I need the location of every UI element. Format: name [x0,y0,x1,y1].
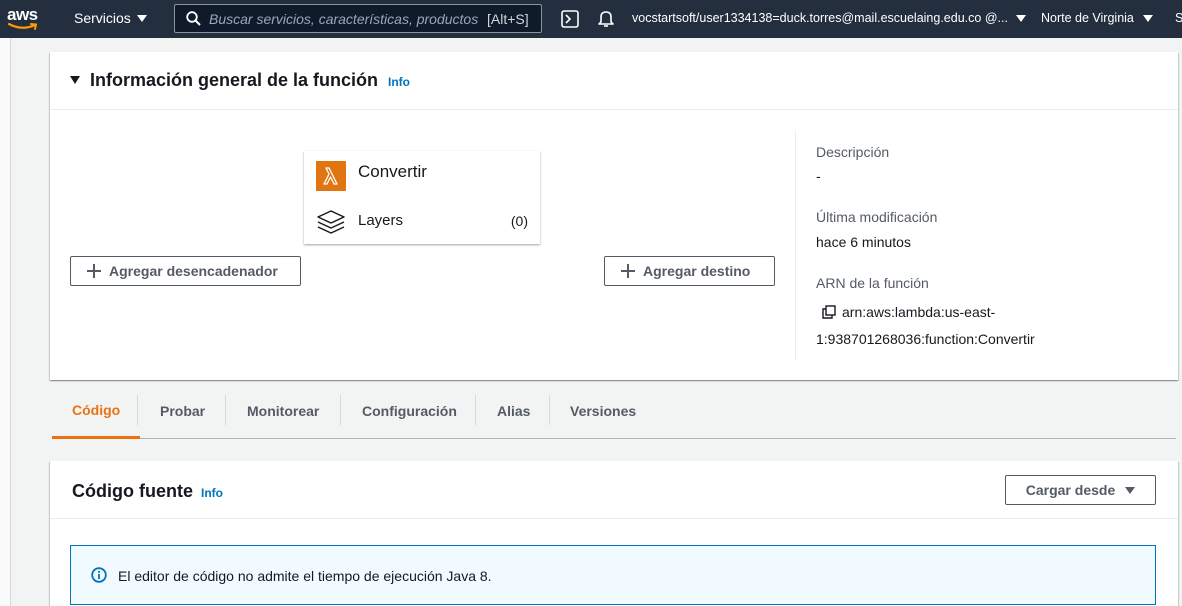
services-label: Servicios [74,10,131,26]
arn-label: ARN de la función [816,275,929,291]
tab-code[interactable]: Código [52,383,141,439]
last-modified-label: Última modificación [816,209,938,225]
copy-icon[interactable] [822,305,836,319]
function-name[interactable]: Convertir [358,162,427,182]
plus-icon [621,264,635,278]
panel-header[interactable]: Información general de la función Info [50,52,1178,110]
page-title: Información general de la función [90,70,379,90]
description-label: Descripción [816,144,890,160]
search-shortcut: [Alt+S] [487,10,529,27]
services-menu-button[interactable]: Servicios [74,10,147,26]
layers-icon [317,210,345,234]
info-alert: El editor de código no admite el tiempo … [70,545,1156,605]
top-navigation-bar: aws Servicios Buscar servicios, caracter… [0,0,1182,38]
bell-icon[interactable] [597,9,615,28]
layers-label[interactable]: Layers [358,212,403,229]
arn-value-line2: 1:938701268036:function:Convertir [816,331,1035,347]
tab-configuration[interactable]: Configuración [342,383,477,438]
info-circle-icon [91,567,107,583]
aws-logo[interactable]: aws [6,3,44,35]
divider [795,131,796,361]
support-menu[interactable]: S [1175,11,1182,25]
tab-alias[interactable]: Alias [477,383,550,438]
info-link[interactable]: Info [388,75,410,89]
collapse-caret-icon[interactable] [70,76,80,84]
account-menu[interactable]: vocstartsoft/user1334138=duck.torres@mai… [632,11,1026,25]
function-tabs: Código Probar Monitorear Configuración A… [52,383,1176,439]
add-destination-button[interactable]: Agregar destino [604,256,775,286]
info-link[interactable]: Info [201,486,223,500]
caret-down-icon [1015,14,1026,22]
add-trigger-button[interactable]: Agregar desencadenador [70,256,301,286]
aws-smile-icon [8,22,38,30]
caret-down-icon [1142,14,1153,22]
tab-versions[interactable]: Versiones [550,383,656,438]
tab-separator [340,395,341,425]
alert-message: El editor de código no admite el tiempo … [118,568,492,584]
layers-count: (0) [510,213,528,229]
upload-from-label: Cargar desde [1025,482,1116,498]
description-value: - [816,168,821,184]
side-navigation-collapsed[interactable] [0,38,11,606]
code-source-panel: Código fuente Info Cargar desde El edito… [50,461,1178,606]
region-selector[interactable]: Norte de Virginia [1041,11,1153,25]
caret-down-icon [1125,486,1136,494]
plus-icon [87,264,101,278]
account-label: vocstartsoft/user1334138=duck.torres@mai… [632,11,1008,25]
search-placeholder: Buscar servicios, características, produ… [209,10,479,27]
upload-from-button[interactable]: Cargar desde [1005,475,1156,505]
add-destination-label: Agregar destino [643,263,751,279]
tab-separator [475,395,476,425]
search-input[interactable]: Buscar servicios, características, produ… [174,4,542,33]
region-label: Norte de Virginia [1041,11,1134,25]
panel-header: Código fuente Info Cargar desde [50,461,1178,519]
lambda-icon [316,161,346,191]
add-trigger-label: Agregar desencadenador [109,263,278,279]
search-icon [186,11,201,26]
caret-down-icon [136,14,147,22]
section-title: Código fuente [72,481,193,501]
tab-separator [225,395,226,425]
tab-test[interactable]: Probar [140,383,225,438]
tab-separator [137,395,138,425]
tab-monitor[interactable]: Monitorear [227,383,339,438]
function-card: Convertir Layers (0) [304,151,540,244]
cloudshell-icon[interactable] [561,10,579,28]
function-overview-panel: Información general de la función Info C… [50,52,1178,380]
last-modified-value: hace 6 minutos [816,234,911,250]
arn-value-line1: arn:aws:lambda:us-east- [842,304,996,320]
